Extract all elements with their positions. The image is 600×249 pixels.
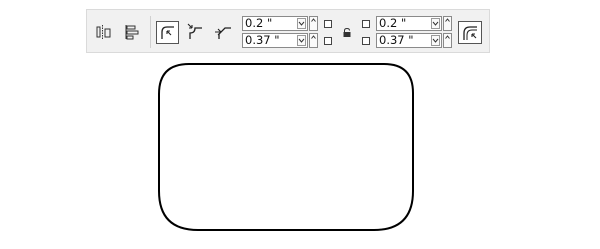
spin-arrows-icon	[311, 18, 316, 22]
lock-corners-button[interactable]	[341, 27, 353, 39]
chamfered-corner-icon	[215, 27, 231, 39]
chamfered-corner-button[interactable]	[213, 21, 235, 43]
corner-radius-bottom-left-field[interactable]: 0.37 "	[242, 33, 308, 48]
corner-radius-bottom-right-field[interactable]: 0.37 "	[376, 33, 442, 48]
corner-radius-top-right-value: 0.2 "	[379, 16, 407, 30]
bottom-right-corner-indicator	[362, 37, 370, 45]
corner-radius-bottom-right-value: 0.37 "	[379, 33, 414, 47]
corner-radius-bottom-left-stepper[interactable]	[309, 33, 318, 48]
scalloped-corner-button[interactable]	[185, 21, 207, 43]
spin-arrows-icon	[311, 35, 316, 39]
property-bar: 0.2 " 0.37 " 0.2 " 0.37 "	[86, 9, 490, 53]
corner-radius-top-left-field[interactable]: 0.2 "	[242, 16, 308, 31]
corner-radius-top-right-stepper[interactable]	[443, 16, 452, 31]
scale-corners-button[interactable]	[458, 21, 482, 44]
spin-arrows-icon	[445, 35, 450, 39]
scalloped-corner-icon	[187, 23, 202, 39]
dropdown-arrow-icon[interactable]	[297, 18, 306, 29]
align-horizontal-button[interactable]	[95, 23, 113, 41]
corner-radius-bottom-left-value: 0.37 "	[245, 33, 280, 47]
round-corner-button[interactable]	[156, 21, 179, 44]
corner-radius-top-left-value: 0.2 "	[245, 16, 273, 30]
rounded-rectangle-shape[interactable]	[158, 63, 414, 231]
corner-radius-bottom-right-stepper[interactable]	[443, 33, 452, 48]
align-vertical-icon	[125, 25, 139, 40]
spin-arrows-icon	[445, 18, 450, 22]
lock-icon	[343, 27, 351, 37]
top-left-corner-indicator	[324, 20, 332, 28]
round-corner-icon	[161, 26, 174, 39]
align-vertical-button[interactable]	[123, 23, 141, 41]
top-right-corner-indicator	[362, 20, 370, 28]
dropdown-arrow-icon[interactable]	[431, 35, 440, 46]
dropdown-arrow-icon[interactable]	[431, 18, 440, 29]
corner-radius-top-left-stepper[interactable]	[309, 16, 318, 31]
corner-radius-top-right-field[interactable]: 0.2 "	[376, 16, 442, 31]
bottom-left-corner-indicator	[324, 37, 332, 45]
separator	[150, 16, 151, 48]
dropdown-arrow-icon[interactable]	[297, 35, 306, 46]
align-horizontal-icon	[96, 25, 111, 39]
scale-corners-icon	[463, 26, 477, 40]
